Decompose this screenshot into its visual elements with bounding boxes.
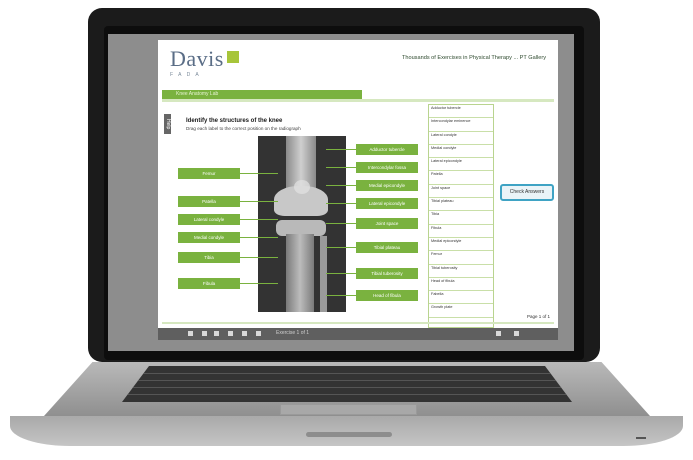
leader-line [240,219,278,220]
keyboard [122,366,572,402]
site-tagline: Thousands of Exercises in Physical Thera… [401,55,546,61]
play-icon[interactable] [214,331,219,336]
key-row [122,373,572,374]
leader-line [240,201,278,202]
word-bank-item[interactable]: Medial epicondyle [429,238,493,252]
prev-page-icon[interactable] [202,331,207,336]
leader-line [326,247,356,248]
anatomy-label-left[interactable]: Femur [178,168,240,179]
anatomy-label-right[interactable]: Tibial tuberosity [356,268,418,279]
leader-line [326,295,356,296]
word-bank-item[interactable]: Medial condyle [429,145,493,159]
check-answers-button[interactable]: Check Answers [500,184,554,201]
anatomy-label-left[interactable]: Medial condyle [178,232,240,243]
leader-line [326,167,356,168]
anatomy-label-right[interactable]: Adductor tubercle [356,144,418,155]
zoom-icon[interactable] [496,331,501,336]
laptop-screen: Davis F A D A Thousands of Exercises in … [108,34,574,351]
brand-subtitle: F A D A [170,72,201,78]
anatomy-label-right[interactable]: Intercondylar fossa [356,162,418,173]
brand-name: Davis [170,46,224,71]
exercise-title: Identify the structures of the knee [186,118,283,124]
word-bank-item[interactable]: Growth plate [429,304,493,318]
page-indicator: Page 1 of 1 [526,314,550,319]
divider [162,99,554,102]
leader-line [326,149,356,150]
anatomy-label-right[interactable]: Tibial plateau [356,242,418,253]
section-nav-bar: Knee Anatomy Lab [162,90,362,99]
exercise-instructions: Drag each label to the correct position … [186,126,301,131]
leader-line [326,273,356,274]
side-help-tab[interactable]: Help [164,114,171,134]
first-page-icon[interactable] [188,331,193,336]
word-bank-item[interactable]: Tibial plateau [429,198,493,212]
anatomy-label-right[interactable]: Medial epicondyle [356,180,418,191]
toolbar-status: Exercise 1 of 1 [276,330,310,336]
word-bank-item[interactable]: Tibial tuberosity [429,265,493,278]
word-bank: Adductor tubercle Intercondylar eminence L… [428,104,494,328]
leader-line [240,173,278,174]
close-icon[interactable] [514,331,519,336]
web-page: Davis F A D A Thousands of Exercises in … [158,40,558,340]
laptop-front-edge [10,416,683,446]
patella-shape [294,180,310,194]
word-bank-item[interactable]: Femur [429,251,493,265]
leader-line [326,223,356,224]
last-page-icon[interactable] [242,331,247,336]
key-row [122,380,572,381]
tibia-shape [286,234,314,312]
key-row [122,387,572,388]
trackpad [280,404,417,415]
anatomy-label-right[interactable]: Lateral epicondyle [356,198,418,209]
power-led [636,437,646,439]
print-icon[interactable] [256,331,261,336]
anatomy-label-left[interactable]: Tibia [178,252,240,263]
word-bank-item[interactable]: Lateral condyle [429,132,493,145]
anatomy-label-left[interactable]: Patella [178,196,240,207]
word-bank-item[interactable]: Joint space [429,185,493,199]
word-bank-item[interactable]: Adductor tubercle [429,105,493,119]
anatomy-label-right[interactable]: Head of fibula [356,290,418,301]
section-label[interactable]: Knee Anatomy Lab [176,91,218,97]
leader-line [326,203,356,204]
brand-logo[interactable]: Davis F A D A [170,46,239,80]
word-bank-item[interactable]: Intercondylar eminence [429,118,493,132]
word-bank-item[interactable]: Tibia [429,211,493,225]
leader-line [240,257,278,258]
anatomy-label-left[interactable]: Fibula [178,278,240,289]
knee-radiograph-image [258,136,346,312]
leader-line [240,283,278,284]
leader-line [326,185,356,186]
word-bank-item[interactable]: Patella [429,171,493,185]
next-page-icon[interactable] [228,331,233,336]
bottom-divider [162,322,554,324]
leader-line [240,237,278,238]
lid-notch [306,432,392,437]
word-bank-item[interactable]: Fabella [429,291,493,305]
key-row [122,394,572,395]
anatomy-label-left[interactable]: Lateral condyle [178,214,240,225]
word-bank-item[interactable]: Head of fibula [429,278,493,292]
word-bank-item[interactable]: Lateral epicondyle [429,158,493,172]
brand-mark-icon [226,51,239,63]
viewer-toolbar: Exercise 1 of 1 [158,328,558,340]
anatomy-label-right[interactable]: Joint space [356,218,418,229]
word-bank-item[interactable]: Fibula [429,225,493,238]
